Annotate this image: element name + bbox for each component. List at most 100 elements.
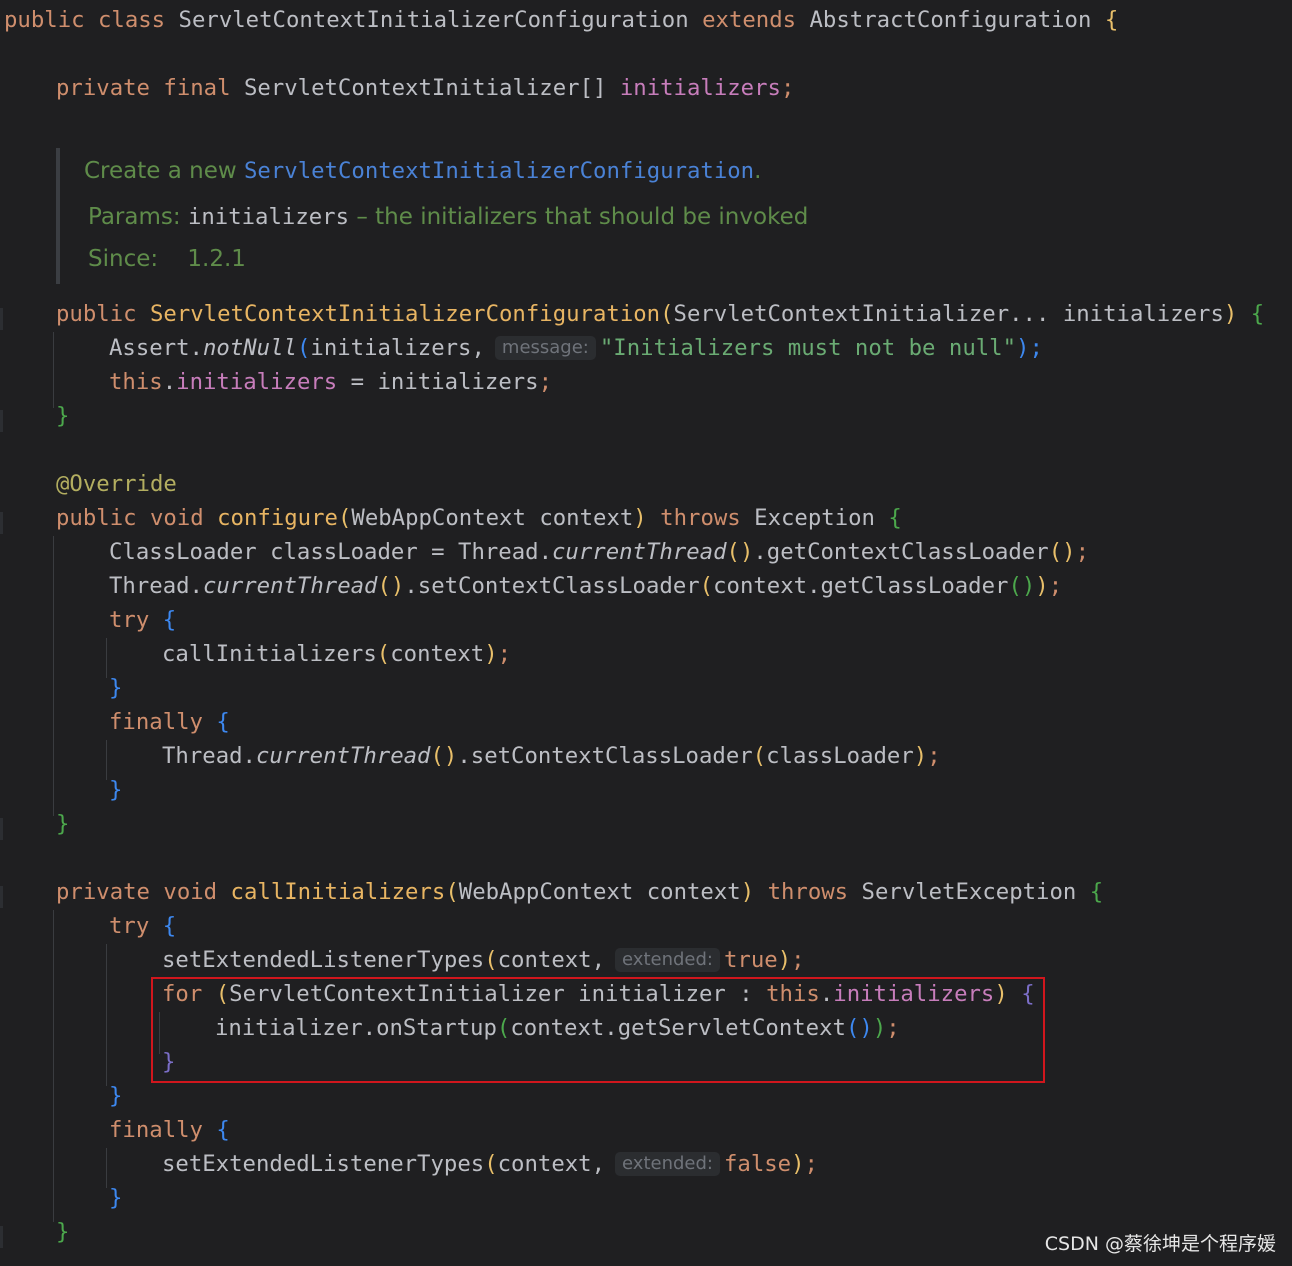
code-line-classloader[interactable]: ClassLoader classLoader = Thread.current…: [109, 537, 1089, 567]
code-line-close[interactable]: }: [109, 775, 122, 805]
code-line-restore-classloader[interactable]: Thread.currentThread().setContextClassLo…: [162, 741, 941, 771]
code-line-configure-signature[interactable]: public void configure(WebAppContext cont…: [56, 503, 902, 533]
javadoc-bar: [56, 148, 60, 284]
keyword: this: [109, 369, 163, 395]
keyword: throws: [767, 879, 849, 905]
class-name: ServletContextInitializerConfiguration: [178, 7, 689, 33]
method-call: callInitializers: [162, 641, 377, 667]
javadoc-param-name: initializers: [187, 204, 350, 230]
javadoc-text: Create a new: [84, 158, 244, 184]
params: ServletContextInitializer... initializer…: [673, 301, 1224, 327]
keyword: final: [163, 75, 231, 101]
gutter-fold-mark[interactable]: [0, 1226, 3, 1248]
code-line-class-declaration[interactable]: public class ServletContextInitializerCo…: [4, 5, 1118, 35]
params: WebAppContext context: [351, 505, 634, 531]
static-method: currentThread: [552, 539, 727, 565]
code-line-set-extended-false[interactable]: setExtendedListenerTypes(context, extende…: [162, 1149, 818, 1179]
code-line-set-classloader[interactable]: Thread.currentThread().setContextClassLo…: [109, 571, 1062, 601]
indent-guide: [106, 944, 107, 1086]
brace: }: [56, 1219, 70, 1245]
keyword: finally: [109, 709, 203, 735]
paren: ): [1223, 301, 1238, 327]
gutter-fold-mark[interactable]: [0, 308, 3, 330]
code-line-close[interactable]: }: [56, 401, 69, 431]
javadoc-link[interactable]: ServletContextInitializerConfiguration: [244, 158, 754, 184]
field-name: initializers: [176, 369, 338, 395]
keyword: public: [56, 505, 137, 531]
keyword: try: [109, 607, 150, 633]
code-line-field[interactable]: private final ServletContextInitializer[…: [56, 73, 794, 103]
gutter-fold-mark[interactable]: [0, 818, 3, 840]
indent-guide: [53, 910, 54, 1222]
code-line-close[interactable]: }: [109, 673, 122, 703]
indent-guide: [106, 638, 107, 678]
string-literal: "Initializers must not be null": [599, 335, 1017, 361]
gutter-fold-mark[interactable]: [0, 512, 3, 534]
code-text: Thread.: [109, 573, 203, 599]
javadoc-params: Params: initializers – the initializers …: [88, 200, 808, 234]
keyword: public: [56, 301, 137, 327]
argument: classLoader: [766, 743, 914, 769]
brace: }: [56, 811, 70, 837]
method-call: setExtendedListenerTypes: [162, 1151, 485, 1177]
javadoc-since-label: Since:: [88, 246, 159, 272]
code-text: ClassLoader classLoader = Thread.: [109, 539, 552, 565]
indent-guide: [106, 740, 107, 780]
code-editor[interactable]: public class ServletContextInitializerCo…: [0, 0, 1292, 1266]
params: WebAppContext context: [458, 879, 741, 905]
code-line-close[interactable]: }: [56, 809, 69, 839]
keyword: finally: [109, 1117, 203, 1143]
brace: {: [1089, 879, 1104, 905]
exception-type: Exception: [754, 505, 875, 531]
class-ref: Assert: [109, 335, 190, 361]
code-line-close[interactable]: }: [56, 1217, 69, 1247]
code-line-set-extended-true[interactable]: setExtendedListenerTypes(context, extende…: [162, 945, 805, 975]
code-line-call-initializers-signature[interactable]: private void callInitializers(WebAppCont…: [56, 877, 1103, 907]
paren: (: [660, 301, 674, 327]
statement-end: );: [1016, 335, 1043, 361]
code-line-try[interactable]: try {: [109, 911, 176, 941]
gutter-fold-mark[interactable]: [0, 886, 3, 908]
argument: context: [390, 641, 485, 667]
static-method: notNull: [202, 335, 297, 361]
javadoc-text: .: [754, 158, 762, 184]
argument: initializers,: [310, 335, 485, 361]
field-name: initializers: [619, 75, 781, 101]
annotation: @Override: [56, 471, 177, 497]
code-line-this-assign[interactable]: this.initializers = initializers;: [109, 367, 552, 397]
javadoc-since: Since: 1.2.1: [88, 242, 246, 276]
code-line-close[interactable]: }: [109, 1081, 122, 1111]
exception-type: ServletException: [861, 879, 1077, 905]
highlight-box: [151, 977, 1045, 1083]
code-line-assert[interactable]: Assert.notNull(initializers, message: "Ini…: [109, 333, 1043, 363]
code-line-annotation[interactable]: @Override: [56, 469, 177, 499]
gutter-fold-mark[interactable]: [0, 410, 3, 432]
method-call: context.getClassLoader: [713, 573, 1009, 599]
javadoc-since-value: 1.2.1: [187, 246, 246, 272]
watermark: CSDN @蔡徐坤是个程序媛: [1044, 1233, 1276, 1255]
brace: {: [888, 505, 902, 531]
param-hint-extended: extended:: [615, 948, 720, 972]
brace: {: [1250, 301, 1265, 327]
boolean-literal: true: [723, 947, 778, 973]
code-line-close[interactable]: }: [109, 1183, 122, 1213]
javadoc-param-desc: – the initializers that should be invoke…: [349, 204, 809, 230]
code-line-call-initializers[interactable]: callInitializers(context);: [162, 639, 511, 669]
code-line-try[interactable]: try {: [109, 605, 176, 635]
indent-guide: [53, 332, 54, 408]
brace: {: [1104, 7, 1119, 33]
code-line-constructor[interactable]: public ServletContextInitializerConfigur…: [56, 299, 1264, 329]
method-call: setExtendedListenerTypes: [162, 947, 485, 973]
keyword: private: [56, 75, 150, 101]
code-line-finally[interactable]: finally {: [109, 707, 230, 737]
static-method: currentThread: [202, 573, 378, 599]
keyword: public: [4, 7, 85, 33]
boolean-literal: false: [723, 1151, 792, 1177]
constructor-name: ServletContextInitializerConfiguration: [149, 301, 661, 327]
code-line-finally[interactable]: finally {: [109, 1115, 230, 1145]
code-text: Thread.: [162, 743, 256, 769]
keyword: extends: [702, 7, 797, 33]
parent-class: AbstractConfiguration: [809, 7, 1092, 33]
semicolon: ;: [780, 75, 795, 101]
indent-guide: [53, 536, 54, 816]
